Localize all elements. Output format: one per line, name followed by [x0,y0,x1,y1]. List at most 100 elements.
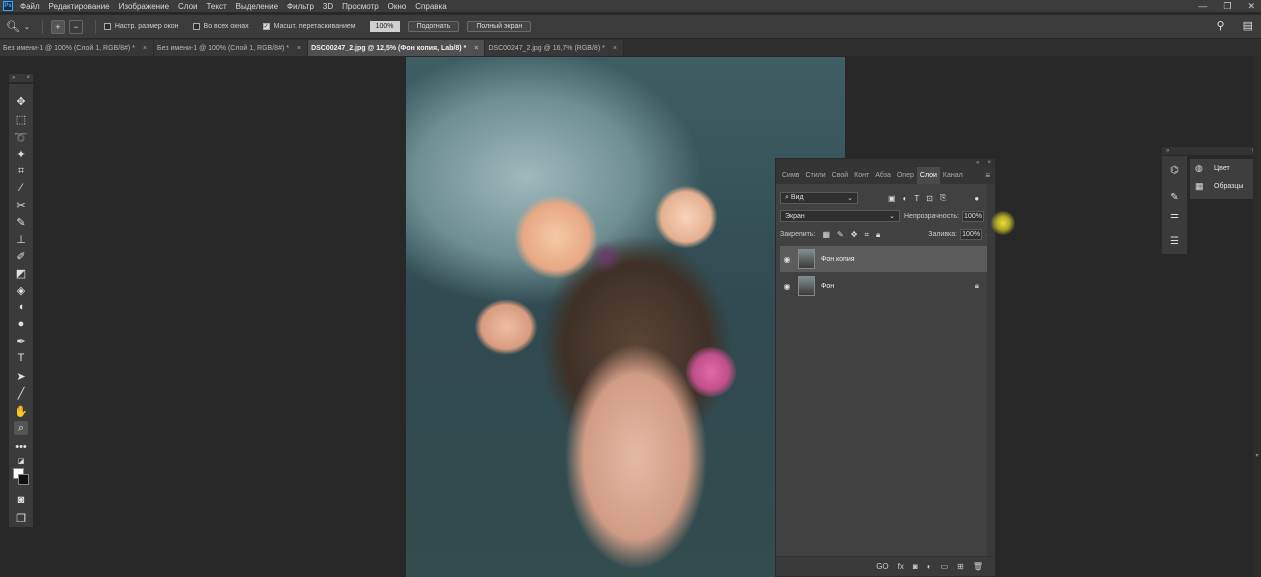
zoom-in-button[interactable]: + [50,19,65,34]
history-brush-icon[interactable]: ✐ [14,249,28,263]
close-tab-icon[interactable]: × [297,45,301,52]
more-tools-icon[interactable]: ••• [14,440,28,454]
default-colors-icon[interactable]: ◪ [14,454,28,468]
zoom-percent-field[interactable]: 100% [369,21,400,32]
quick-mask-icon[interactable]: ◙ [14,493,28,507]
path-selection-icon[interactable]: ➤ [14,369,28,383]
lasso-tool-icon[interactable]: ➰ [14,130,28,144]
workspace-icon[interactable]: ▤ [1243,19,1253,32]
properties-icon[interactable]: ☰ [1168,235,1181,248]
type-tool-icon[interactable]: T [14,351,28,365]
adjustments-icon[interactable]: ⚌ [1168,209,1181,222]
tab-document-1[interactable]: Без имени-1 @ 100% (Слой 1, RGB/8#) * × [0,40,155,56]
menu-type[interactable]: Текст [206,2,226,11]
panel-color[interactable]: ◍ Цвет [1190,159,1259,177]
layer-row-background[interactable]: ◉ Фон 🔒︎ [780,273,987,299]
menu-help[interactable]: Справка [415,2,446,11]
close-tab-icon[interactable]: × [613,45,617,52]
filter-smart-icon[interactable]: ⎘ [940,193,946,203]
tab-properties[interactable]: Свой [829,167,852,184]
scrollbar[interactable] [987,184,995,556]
link-layers-icon[interactable]: GO [876,562,888,571]
blur-tool-icon[interactable]: ◖ [14,300,28,314]
checkbox-box-checked[interactable]: ✓ [262,23,270,30]
collapse-icon[interactable]: « [976,160,979,166]
new-group-icon[interactable]: ▭ [941,562,949,571]
brush-tool-icon[interactable]: ✎ [14,215,28,229]
menu-edit[interactable]: Редактирование [49,2,110,11]
tab-document-2[interactable]: Без имени-1 @ 100% (Слой 1, RGB/8#) * × [154,40,309,56]
checkbox-box[interactable] [103,23,111,30]
resize-windows-checkbox[interactable]: Настр. размер окон [103,23,179,30]
fit-screen-button[interactable]: Подогнать [407,21,460,32]
filter-type-icon[interactable]: T [914,194,919,203]
tab-layers[interactable]: Слои [916,167,940,184]
close-icon[interactable]: × [26,75,30,81]
scrubby-zoom-checkbox[interactable]: ✓ Масшт. перетаскиванием [262,23,356,30]
layer-filter-select[interactable]: ⌕ Вид ⌄ [780,192,858,204]
filter-adjustment-icon[interactable]: ◐ [903,194,908,203]
menu-layers[interactable]: Слои [178,2,197,11]
minimize-icon[interactable]: — [1198,1,1207,11]
search-icon[interactable]: ⚲ [1217,19,1225,32]
lock-transparent-icon[interactable]: ▦ [822,230,830,239]
hand-tool-icon[interactable]: ✋ [14,404,28,418]
menu-select[interactable]: Выделение [236,2,278,11]
lock-position-icon[interactable]: ✥ [851,230,858,239]
all-windows-checkbox[interactable]: Во всех окнах [192,23,249,30]
layer-name[interactable]: Фон копия [821,256,855,263]
tab-document-4[interactable]: DSC00247_2.jpg @ 16,7% (RGB/8) * × [485,40,624,56]
lock-all-icon[interactable]: 🔒︎ [876,230,880,240]
line-tool-icon[interactable]: ╱ [14,386,28,400]
panel-swatches[interactable]: ▦ Образцы [1190,177,1259,195]
close-tab-icon[interactable]: × [474,45,478,52]
tab-document-3[interactable]: DSC00247_2.jpg @ 12,5% (Фон копия, Lab/8… [308,40,486,56]
tab-paths[interactable]: Конт [851,167,872,184]
menu-image[interactable]: Изображение [119,2,169,11]
paint-bucket-icon[interactable]: ◈ [14,283,28,297]
marquee-tool-icon[interactable]: ⬚ [14,112,28,126]
menu-view[interactable]: Просмотр [342,2,379,11]
screen-mode-icon[interactable]: ❐ [14,511,28,525]
eye-icon[interactable]: ◉ [780,282,794,291]
fill-input[interactable]: 100% [960,229,983,240]
menu-window[interactable]: Окно [388,2,407,11]
eraser-tool-icon[interactable]: ◩ [14,266,28,280]
filter-shape-icon[interactable]: ⊡ [926,194,933,203]
tab-paragraph[interactable]: Абза [872,167,894,184]
scroll-indicator-icon[interactable]: ▾ [1253,452,1261,460]
chevron-down-icon[interactable]: ⌄ [24,23,30,31]
filter-pixel-icon[interactable]: ▣ [888,194,896,203]
vertical-scrollbar[interactable] [1253,56,1261,577]
tab-actions[interactable]: Опер [894,167,917,184]
tab-character[interactable]: Симв [779,167,803,184]
menu-3d[interactable]: 3D [323,2,333,11]
brush-settings-icon[interactable]: ⌬ [1168,164,1181,177]
trash-icon[interactable]: 🗑︎ [973,562,983,571]
dodge-tool-icon[interactable]: ● [14,317,28,331]
pen-tool-icon[interactable]: ✒ [14,334,28,348]
layer-row-background-copy[interactable]: ◉ Фон копия [780,246,987,272]
healing-brush-icon[interactable]: ✂ [14,198,28,212]
fill-screen-button[interactable]: Полный экран [467,21,532,32]
fx-icon[interactable]: fx [898,562,904,571]
checkbox-box[interactable] [192,23,200,30]
menu-filter[interactable]: Фильтр [287,2,314,11]
magic-wand-icon[interactable]: ✦ [14,147,28,161]
menu-file[interactable]: Файл [20,2,40,11]
new-layer-icon[interactable]: ⊞ [957,562,964,571]
tab-styles[interactable]: Стили [803,167,829,184]
adjustment-layer-icon[interactable]: ◐ [927,562,932,571]
collapse-icon[interactable]: » [1166,148,1169,154]
layer-name[interactable]: Фон [821,283,834,290]
blend-mode-select[interactable]: Экран ⌄ [780,210,900,222]
zoom-out-button[interactable]: − [68,19,83,34]
restore-icon[interactable]: ❐ [1223,1,1231,12]
clone-stamp-icon[interactable]: ⊥ [14,232,28,246]
zoom-tool-icon[interactable]: ⌕ [14,421,28,435]
filter-toggle-icon[interactable]: ● [974,194,979,203]
eye-icon[interactable]: ◉ [780,255,794,264]
panel-menu-icon[interactable]: ≡ [985,171,990,180]
collapse-icon[interactable]: » [12,75,15,81]
background-color-swatch[interactable] [18,474,29,485]
